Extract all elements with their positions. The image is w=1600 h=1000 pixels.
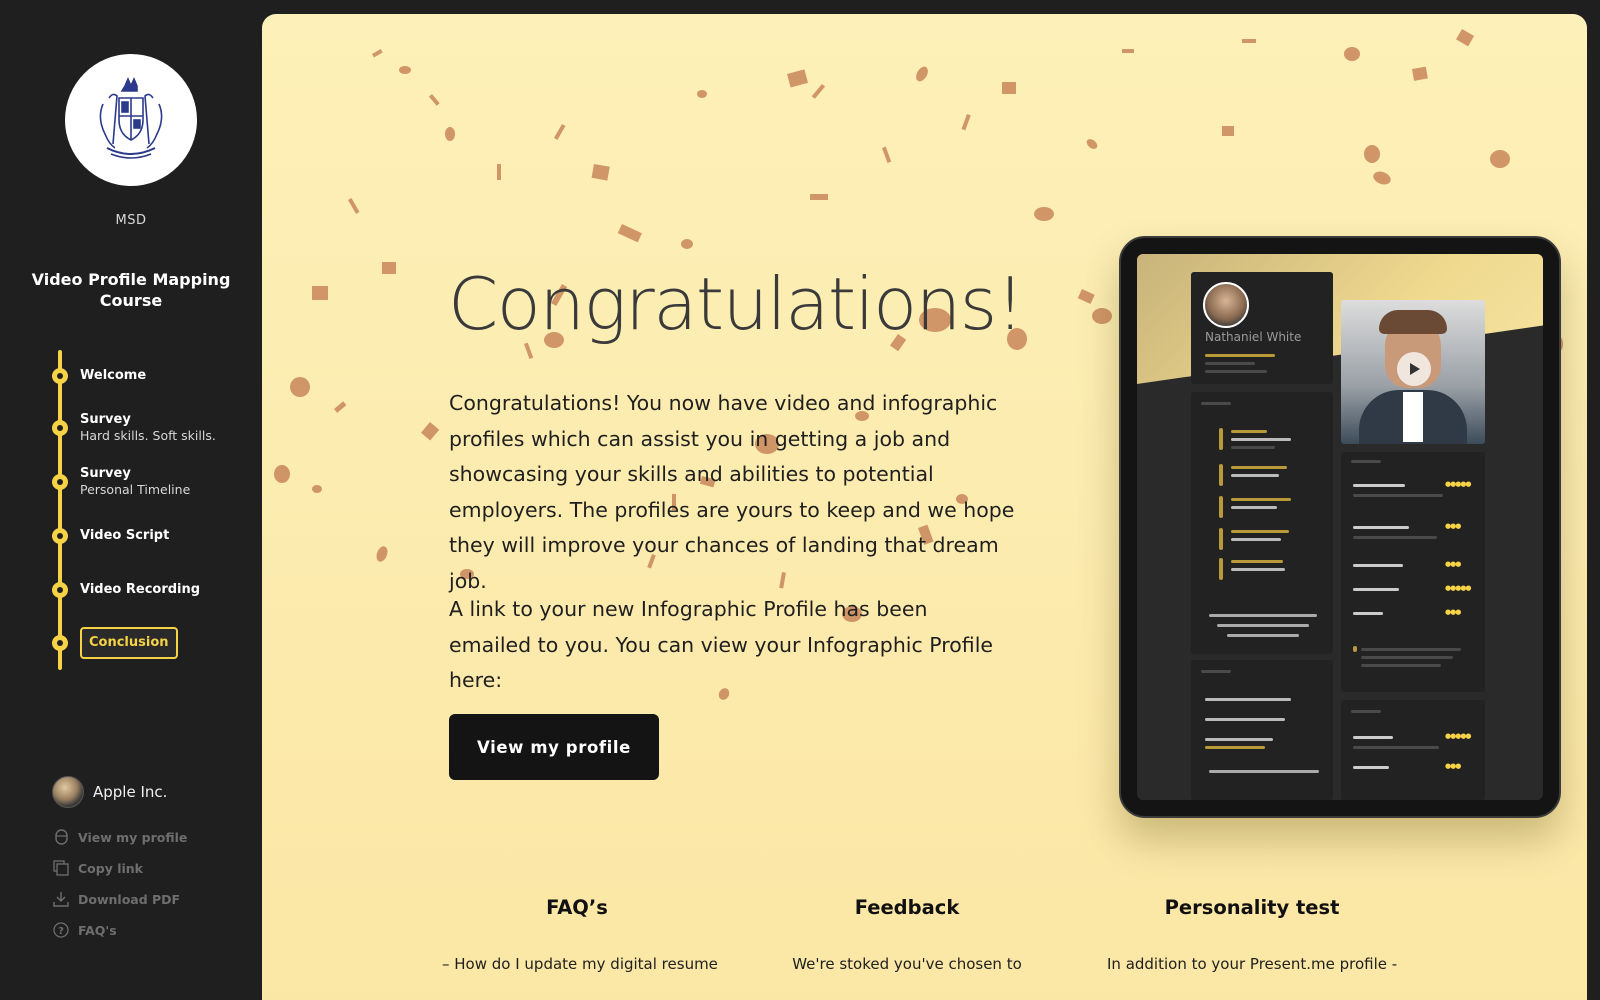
preview-contact-card: Nathaniel White — [1191, 272, 1333, 384]
main-panel: Congratulations! Congratulations! You no… — [262, 14, 1587, 1000]
page-title: Congratulations! — [448, 262, 1025, 346]
personality-test-text: In addition to your Present.me profile - — [1107, 955, 1398, 973]
faq-text: – How do I update my digital resume — [442, 955, 718, 973]
step-sublabel: Hard skills. Soft skills. — [80, 428, 216, 443]
coat-of-arms-icon — [99, 76, 163, 159]
download-icon — [52, 890, 70, 908]
link-label: Copy link — [78, 860, 143, 876]
feedback-text: We're stoked you've chosen to — [792, 955, 1022, 973]
step-label: Survey — [80, 412, 131, 427]
org-logo — [65, 54, 197, 186]
step-video-script[interactable]: Video Script — [52, 528, 169, 544]
email-paragraph: A link to your new Infographic Profile h… — [449, 597, 994, 692]
step-dot — [52, 582, 68, 598]
copy-link[interactable]: Copy link — [52, 859, 143, 877]
preview-skills-card: ●●●●● ●●● ●●● ●●●●● ●●● — [1341, 452, 1485, 692]
question-icon: ? — [52, 921, 70, 939]
step-dot — [52, 368, 68, 384]
step-survey-skills[interactable]: Survey Hard skills. Soft skills. — [52, 412, 216, 444]
link-label: View my profile — [78, 829, 188, 845]
view-profile-button[interactable]: View my profile — [449, 714, 659, 780]
faq-section: FAQ’s – How do I update my digital resum… — [442, 896, 718, 973]
feedback-title: Feedback — [854, 896, 960, 919]
step-label: Conclusion — [80, 627, 178, 659]
step-video-recording[interactable]: Video Recording — [52, 582, 200, 598]
company-name: Apple Inc. — [93, 783, 168, 801]
step-label: Survey — [80, 466, 131, 481]
course-title: Video Profile Mapping Course — [31, 270, 231, 310]
avatar — [52, 776, 84, 808]
profile-preview-tablet: Nathaniel White ●●●●● ●●● ●●● ●●●●● ●●● … — [1119, 236, 1561, 818]
preview-video-card[interactable] — [1341, 300, 1485, 444]
step-label: Video Script — [80, 528, 170, 543]
step-dot — [52, 420, 68, 436]
link-label: Download PDF — [78, 891, 181, 907]
preview-soft-skills-card: ●●●●● ●●● — [1341, 700, 1485, 800]
personality-test-section: Personality test In addition to your Pre… — [1107, 896, 1397, 973]
link-label: FAQ's — [78, 922, 117, 938]
step-dot — [52, 528, 68, 544]
step-label: Video Recording — [80, 582, 201, 597]
view-profile-link[interactable]: View my profile — [52, 828, 187, 846]
feedback-section: Feedback We're stoked you've chosen to — [782, 896, 1032, 973]
progress-timeline — [58, 350, 62, 670]
step-dot — [52, 635, 68, 651]
profile-preview-screen: Nathaniel White ●●●●● ●●● ●●● ●●●●● ●●● … — [1137, 254, 1543, 800]
copy-icon — [52, 859, 70, 877]
download-pdf-link[interactable]: Download PDF — [52, 890, 180, 908]
sidebar: MSD Video Profile Mapping Course Welcome… — [0, 0, 262, 1000]
mouse-icon — [52, 828, 70, 846]
svg-text:?: ? — [58, 926, 64, 937]
preview-education-card — [1191, 660, 1333, 800]
step-sublabel: Personal Timeline — [80, 482, 191, 497]
step-survey-timeline[interactable]: Survey Personal Timeline — [52, 466, 190, 498]
personality-test-title: Personality test — [1164, 896, 1340, 919]
org-name: MSD — [115, 213, 147, 228]
company-info: Apple Inc. — [52, 776, 167, 808]
step-conclusion[interactable]: Conclusion — [52, 627, 178, 659]
step-label: Welcome — [80, 368, 147, 383]
faq-link[interactable]: ? FAQ's — [52, 921, 117, 939]
preview-employment-card — [1191, 392, 1333, 654]
preview-name: Nathaniel White — [1205, 330, 1302, 344]
play-icon[interactable] — [1397, 352, 1431, 386]
faq-title: FAQ’s — [546, 896, 608, 919]
step-welcome[interactable]: Welcome — [52, 368, 146, 384]
step-dot — [52, 474, 68, 490]
preview-avatar — [1203, 282, 1249, 328]
intro-paragraph: Congratulations! You now have video and … — [449, 391, 1015, 593]
